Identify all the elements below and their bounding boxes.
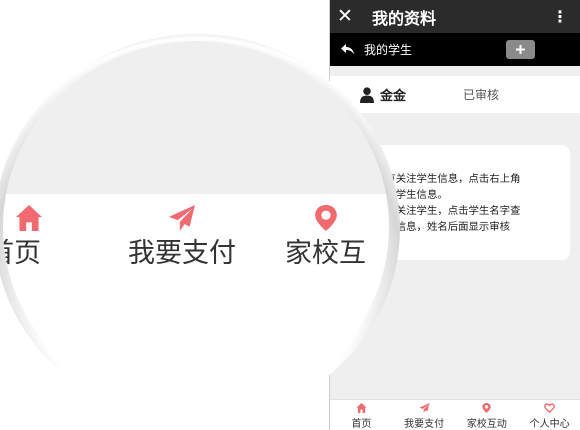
page-title: 我的资料 <box>372 8 437 28</box>
tab-home[interactable]: 首页 <box>330 400 393 430</box>
notice-line: 关注学生信息。 <box>375 189 448 201</box>
magnified-tab-home: 首页 <box>3 205 43 270</box>
location-pin-icon <box>482 403 492 413</box>
tab-payment[interactable]: 我要支付 <box>393 400 456 430</box>
home-icon <box>16 205 42 231</box>
magnified-label: 家校互 <box>285 238 366 269</box>
tab-profile[interactable]: 个人中心 <box>518 400 580 430</box>
magnified-label: 首页 <box>3 238 41 269</box>
status-text: 已审核 <box>463 88 500 102</box>
home-icon <box>356 403 367 413</box>
magnified-label: 我要支付 <box>128 238 236 269</box>
bottom-tab-bar: 首页 我要支付 家校互动 个人中心 <box>330 399 580 430</box>
tab-interaction[interactable]: 家校互动 <box>456 400 519 430</box>
notice-line: 详细信息，姓名后面显示审核 <box>375 221 511 233</box>
magnified-tab-payment: 我要支付 <box>128 205 236 270</box>
title-bar: ✕ 我的资料 ⋮ <box>330 0 580 33</box>
tab-label: 首页 <box>351 419 372 430</box>
magnified-background <box>3 41 389 194</box>
paper-plane-icon <box>419 403 430 413</box>
notice-line: 已经关注学生，点击学生名字查 <box>375 205 521 217</box>
tab-label: 家校互动 <box>466 419 507 430</box>
add-student-button[interactable] <box>506 40 535 59</box>
screenshot-stage: ✕ 我的资料 ⋮ 我的学生 金金 已审核 没有关注学生信息，点击右上角 <box>0 0 580 430</box>
tab-label: 我要支付 <box>404 419 445 430</box>
magnified-tab-interaction: 家校互 <box>285 205 366 270</box>
heart-icon <box>544 403 555 413</box>
magnifier-lens: 首页 我要支付 家校互 <box>3 41 389 413</box>
close-icon[interactable]: ✕ <box>330 0 360 33</box>
more-vertical-icon[interactable]: ⋮ <box>552 0 568 33</box>
paper-plane-icon <box>169 205 195 231</box>
tab-label: 个人中心 <box>529 419 570 430</box>
location-pin-icon <box>314 205 337 231</box>
notice-line: 没有关注学生信息，点击右上角 <box>375 173 521 185</box>
